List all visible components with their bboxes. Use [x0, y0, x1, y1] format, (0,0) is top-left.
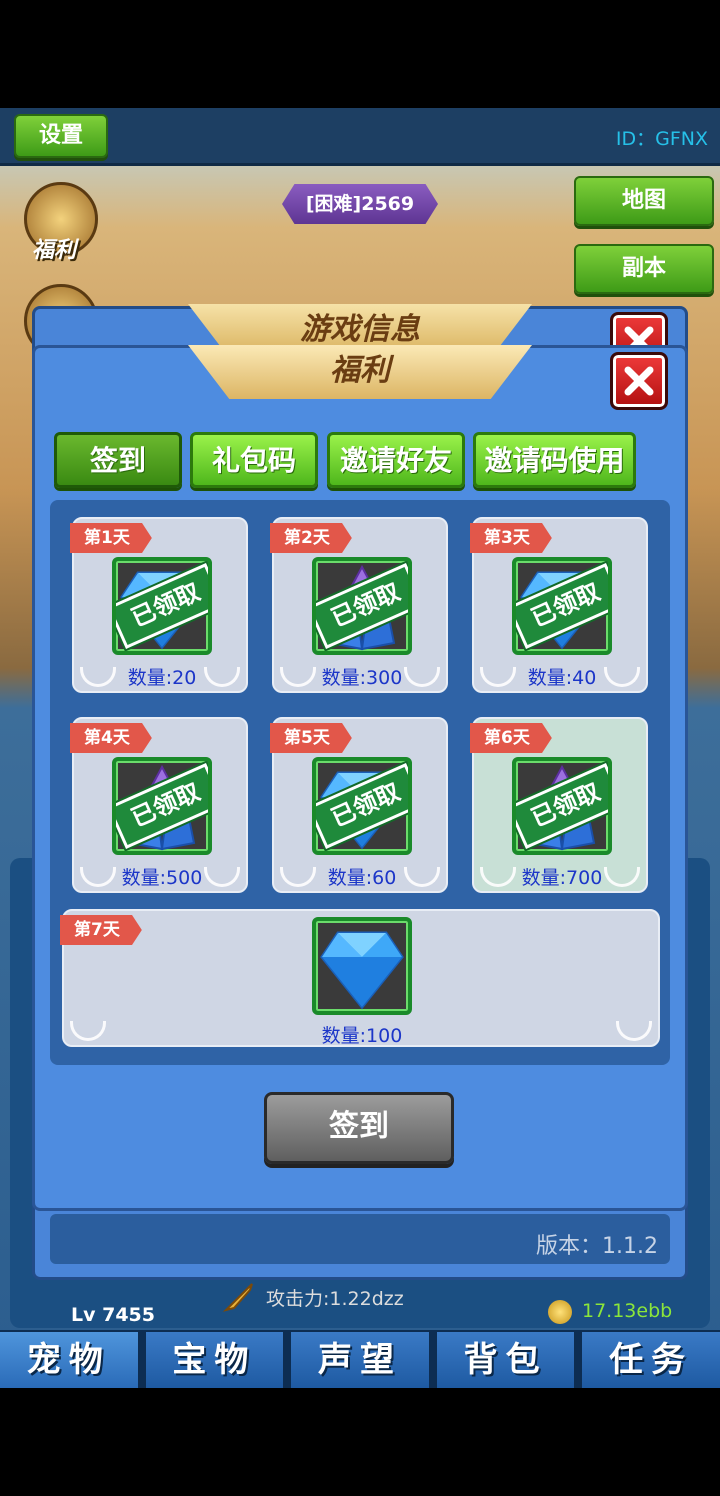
- player-level: Lv 7455: [71, 1304, 155, 1326]
- gold-coin-icon: [548, 1300, 572, 1324]
- tab-gift-code[interactable]: 礼包码: [190, 432, 318, 488]
- screen: 设置 ID：GFNX [困难]2569 福利 地图 副本 宠物 宝物 声望 背包…: [0, 0, 720, 1496]
- attack-stat: 攻击力:1.22dzz: [266, 1288, 404, 1310]
- day-tag: 第6天: [470, 723, 552, 753]
- tab-reputation[interactable]: 声望: [291, 1332, 429, 1388]
- day-tag: 第5天: [270, 723, 352, 753]
- welfare-icon-label: 福利: [32, 238, 77, 263]
- reward-item: 已领取: [512, 557, 612, 655]
- tab-treasures[interactable]: 宝物: [145, 1332, 284, 1388]
- reward-item: 已领取: [312, 757, 412, 855]
- welfare-dialog-title: 福利: [188, 345, 532, 399]
- day-tag: 第7天: [60, 915, 142, 945]
- top-bar: [0, 108, 720, 166]
- day-card[interactable]: 第6天 已领取 数量:700: [470, 717, 648, 893]
- day-tag: 第4天: [70, 723, 152, 753]
- tab-use-invite-code[interactable]: 邀请码使用: [473, 432, 636, 488]
- cloud-decoration: [616, 1021, 652, 1041]
- tab-tasks[interactable]: 任务: [582, 1332, 720, 1388]
- dungeon-button[interactable]: 副本: [574, 244, 714, 294]
- day-card[interactable]: 第7天数量:100: [60, 909, 660, 1047]
- version-text: 版本：1.1.2: [536, 1234, 658, 1259]
- reward-item: [312, 917, 412, 1015]
- welfare-close-button[interactable]: [610, 352, 668, 410]
- blue-diamond-icon: [316, 923, 408, 1011]
- sign-in-button[interactable]: 签到: [264, 1092, 454, 1164]
- day-card[interactable]: 第2天 已领取 数量:300: [270, 517, 448, 693]
- reward-quantity: 数量:100: [321, 1025, 403, 1047]
- tab-backpack[interactable]: 背包: [436, 1332, 575, 1388]
- sword-icon: [222, 1283, 253, 1312]
- cloud-decoration: [70, 1021, 106, 1041]
- bottom-tab-bar: 宠物 宝物 声望 背包 任务: [0, 1330, 720, 1388]
- day-tag: 第1天: [70, 523, 152, 553]
- stage-badge: [困难]2569: [282, 184, 438, 224]
- tab-sign-in[interactable]: 签到: [54, 432, 182, 488]
- tab-pets[interactable]: 宠物: [0, 1332, 138, 1388]
- reward-item: 已领取: [512, 757, 612, 855]
- reward-item: 已领取: [312, 557, 412, 655]
- reward-item: 已领取: [112, 757, 212, 855]
- day-card[interactable]: 第1天 已领取 数量:20: [70, 517, 248, 693]
- day-tag: 第3天: [470, 523, 552, 553]
- map-button[interactable]: 地图: [574, 176, 714, 226]
- reward-item: 已领取: [112, 557, 212, 655]
- day-tag: 第2天: [270, 523, 352, 553]
- close-icon: [624, 366, 654, 396]
- settings-button[interactable]: 设置: [14, 114, 108, 158]
- tab-invite-friends[interactable]: 邀请好友: [327, 432, 465, 488]
- day-card[interactable]: 第5天 已领取 数量:60: [270, 717, 448, 893]
- day-card[interactable]: 第3天 已领取 数量:40: [470, 517, 648, 693]
- player-id: ID：GFNX: [615, 128, 708, 150]
- day-card[interactable]: 第4天 已领取 数量:500: [70, 717, 248, 893]
- gold-amount: 17.13ebb: [582, 1300, 673, 1322]
